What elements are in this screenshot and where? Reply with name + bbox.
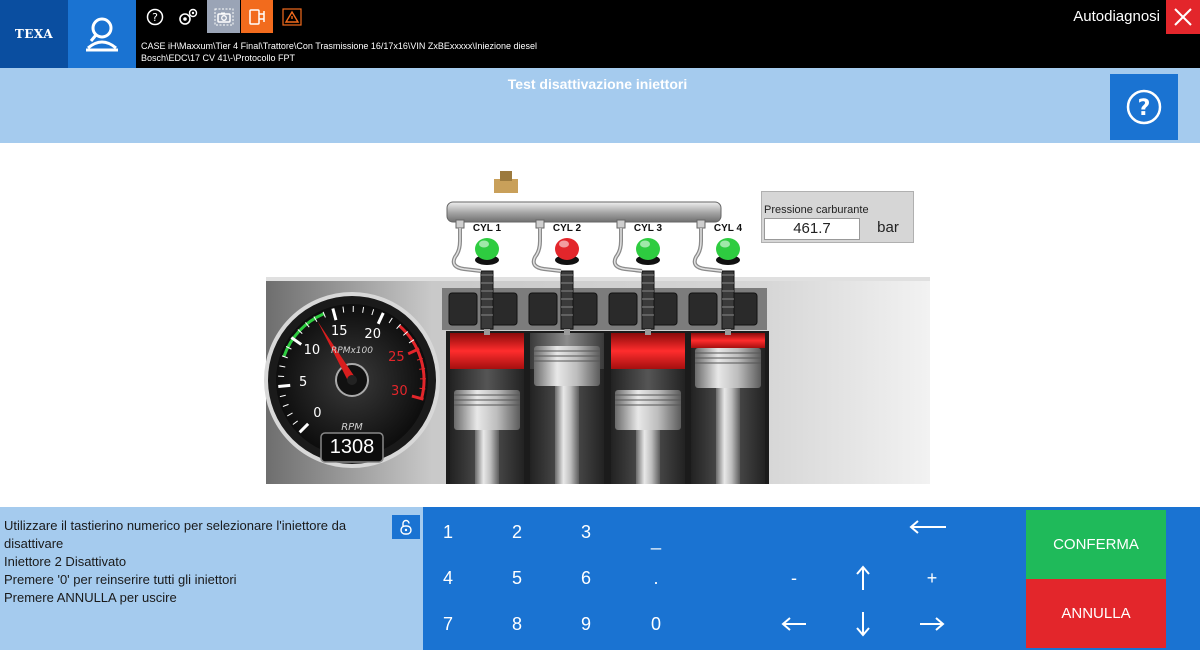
instruction-line: Utilizzare il tastierino numerico per se…: [4, 518, 347, 551]
cylinder-3-label: CYL 3: [633, 223, 663, 234]
cylinder-3-status-led: [636, 238, 660, 265]
instruction-text: Utilizzare il tastierino numerico per se…: [4, 517, 374, 607]
backspace-key[interactable]: [903, 507, 953, 547]
close-icon: [1174, 8, 1192, 26]
key-0[interactable]: 0: [631, 604, 681, 644]
plus-key[interactable]: +: [907, 558, 957, 598]
key-underscore[interactable]: _: [631, 520, 681, 560]
help-icon: ?: [1126, 89, 1162, 125]
engine-panel: RPMx100 RPM 1308 0 5 10 15 20 25 30 CYL 1 CYL …: [0, 143, 1200, 507]
confirm-button[interactable]: CONFERMA: [1026, 510, 1166, 579]
title-bar: Test disattivazione iniettori ?: [0, 68, 1200, 143]
gauge-unit-label: RPMx100: [331, 346, 373, 356]
cylinder-1-status-led: [475, 238, 499, 265]
gauge-tick-label: 30: [391, 383, 408, 399]
fuel-pressure-display: Pressione carburante 461.7 bar: [761, 191, 914, 243]
instruction-line: Premere '0' per reinserire tutti gli ini…: [4, 572, 237, 587]
breadcrumb: CASE iH\Maxxum\Tier 4 Final\Trattore\Con…: [141, 40, 537, 64]
breadcrumb-line-1: CASE iH\Maxxum\Tier 4 Final\Trattore\Con…: [141, 41, 537, 51]
help-button[interactable]: ?: [1110, 74, 1178, 140]
texa-logo: TEXA: [0, 0, 68, 68]
breadcrumb-line-2: Bosch\EDC\17 CV 41\-\Protocollo FPT: [141, 53, 296, 63]
gauge-tick-label: 5: [299, 375, 308, 391]
page-title: Test disattivazione iniettori: [507, 76, 688, 92]
svg-text:?: ?: [1138, 96, 1151, 121]
cylinder-4: [687, 238, 769, 484]
instructions-panel: Utilizzare il tastierino numerico per se…: [0, 507, 423, 650]
top-bar: TEXA ? CASE iH\Maxxum\Tier 4 Final\Tratt…: [0, 0, 1200, 68]
key-9[interactable]: 9: [561, 604, 611, 644]
cylinder-1: [446, 238, 528, 484]
key-dot[interactable]: .: [631, 558, 681, 598]
app-title: Autodiagnosi: [1073, 8, 1160, 25]
arrow-left-key[interactable]: [769, 604, 819, 644]
arrow-right-icon: [920, 617, 945, 631]
cylinder-1-label: CYL 1: [472, 223, 502, 234]
gauge-tick-label: 25: [388, 350, 405, 366]
engine-illustration: [264, 171, 930, 484]
diagnosis-home-button[interactable]: [68, 0, 136, 68]
key-2[interactable]: 2: [492, 512, 542, 552]
screenshot-toolbar-button[interactable]: [207, 0, 240, 33]
arrow-left-icon: [781, 617, 806, 631]
cylinder-2-status-led: [555, 238, 579, 265]
key-6[interactable]: 6: [561, 558, 611, 598]
minus-key[interactable]: -: [769, 558, 819, 598]
cylinder-3: [607, 238, 689, 484]
gauge-tick-label: 20: [364, 326, 381, 342]
arrow-down-icon: [856, 612, 870, 637]
fuel-pressure-value: 461.7: [764, 218, 860, 240]
arrow-up-key[interactable]: [838, 558, 888, 598]
arrow-up-icon: [856, 565, 870, 590]
settings-icon: [178, 8, 197, 25]
key-5[interactable]: 5: [492, 558, 542, 598]
fuel-pressure-label: Pressione carburante: [764, 204, 869, 216]
gauge-tick-label: 10: [303, 342, 321, 358]
cylinder-2-label: CYL 2: [552, 223, 582, 234]
cylinder-4-status-led: [716, 238, 740, 265]
close-button[interactable]: [1166, 0, 1200, 34]
rpm-readout: 1308: [329, 436, 375, 458]
backspace-arrow-icon: [909, 520, 946, 534]
key-3[interactable]: 3: [561, 512, 611, 552]
cancel-button[interactable]: ANNULLA: [1026, 579, 1166, 648]
key-7[interactable]: 7: [423, 604, 473, 644]
search-car-icon: [86, 17, 118, 52]
cylinder-4-label: CYL 4: [713, 223, 743, 234]
help-toolbar-button[interactable]: ?: [139, 3, 170, 31]
key-8[interactable]: 8: [492, 604, 542, 644]
svg-text:?: ?: [152, 11, 158, 24]
gauge-tick-label: 15: [331, 323, 348, 339]
unlock-button[interactable]: [392, 515, 420, 539]
fuel-pressure-unit: bar: [877, 219, 899, 236]
arrow-right-key[interactable]: [907, 604, 957, 644]
help-icon: ?: [146, 8, 163, 26]
warning-icon: [281, 8, 302, 26]
unlock-icon: [400, 519, 412, 535]
screenshot-icon: [214, 8, 233, 25]
arrow-down-key[interactable]: [838, 604, 888, 644]
tool-toolbar-button[interactable]: [241, 0, 273, 33]
instruction-line: Premere ANNULLA per uscire: [4, 590, 177, 605]
settings-toolbar-button[interactable]: [172, 3, 203, 31]
key-4[interactable]: 4: [423, 558, 473, 598]
tool-icon: [249, 8, 265, 25]
cylinder-2: [526, 238, 608, 484]
numeric-keypad: 1 2 3 _ 4 5 6 . 7 8 9 0 - + CONFERMA ANN…: [423, 507, 1200, 650]
key-1[interactable]: 1: [423, 512, 473, 552]
gauge-rpm-label: RPM: [341, 422, 363, 433]
warning-toolbar-button[interactable]: [276, 3, 307, 31]
gauge-tick-label: 0: [313, 405, 322, 421]
instruction-line: Iniettore 2 Disattivato: [4, 554, 127, 569]
